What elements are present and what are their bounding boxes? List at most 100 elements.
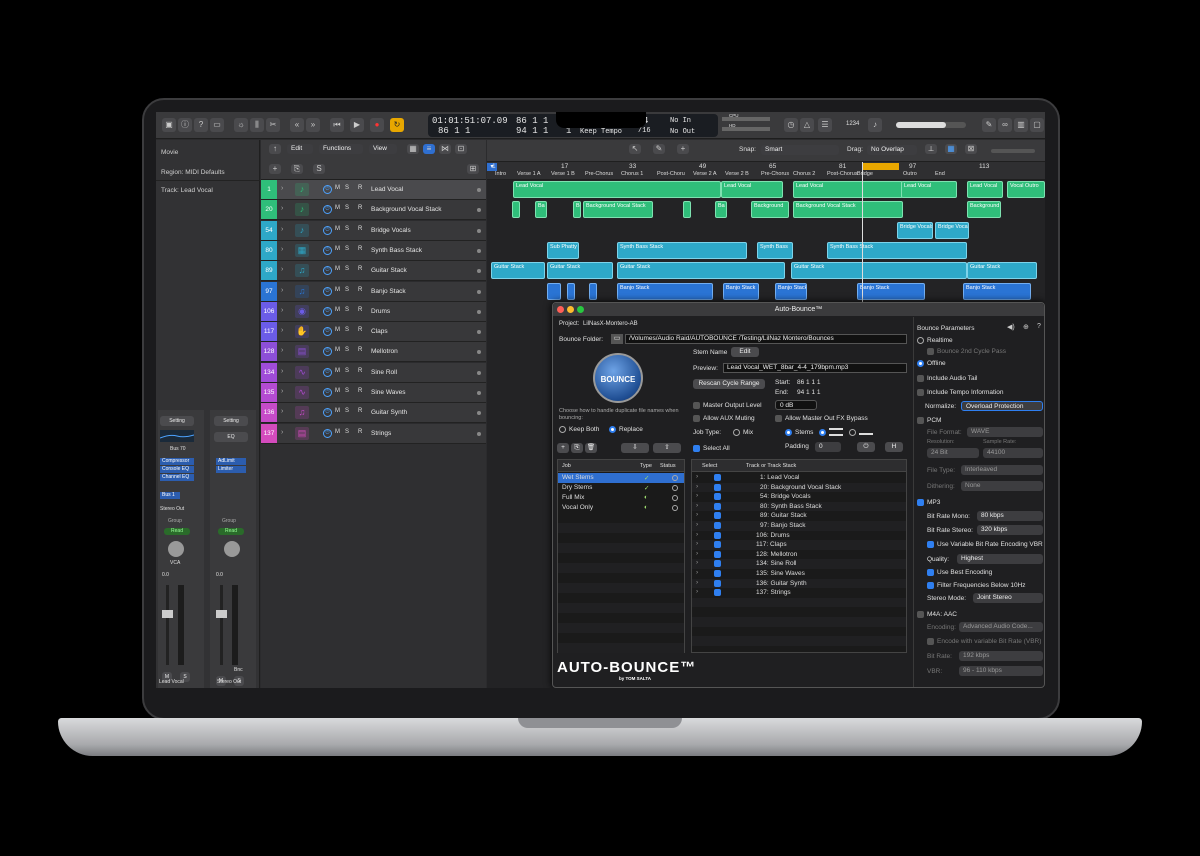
track-name[interactable]: Lead Vocal xyxy=(371,186,403,193)
track-name[interactable]: Synth Bass Stack xyxy=(371,247,422,254)
mute-button[interactable]: M xyxy=(335,287,340,293)
bit-rate-stereo-select[interactable]: 320 kbps xyxy=(977,525,1043,535)
audio-region[interactable]: Synth Bass Stack xyxy=(827,241,967,259)
audio-region[interactable] xyxy=(567,282,575,300)
forward-icon[interactable]: » xyxy=(306,118,320,132)
record-enable-button[interactable]: R xyxy=(358,307,362,313)
best-encoding-checkbox[interactable] xyxy=(927,569,934,576)
record-enable-button[interactable]: R xyxy=(358,429,362,435)
track-select-checkbox[interactable] xyxy=(714,483,721,491)
audio-region[interactable]: Lead Vocal xyxy=(967,181,1003,198)
mute-button[interactable]: M xyxy=(335,368,340,374)
track-name[interactable]: Drums xyxy=(371,308,390,315)
track-stack-row[interactable]: › 80: Synth Bass Stack xyxy=(692,501,906,512)
track-icon[interactable]: ♫ xyxy=(295,406,309,420)
track-on-icon[interactable]: ⏻ xyxy=(323,388,332,397)
track-header[interactable]: 54 › ♪ ⏻ M S R Bridge Vocals xyxy=(261,220,486,241)
disclosure-icon[interactable]: › xyxy=(281,287,283,294)
track-stack-row[interactable]: › 117: Claps xyxy=(692,540,906,550)
merge-icon[interactable]: ⋈ xyxy=(439,144,451,154)
send-bus-1[interactable]: Bus 1 xyxy=(160,492,180,499)
bit-rate-mono-select[interactable]: 80 kbps xyxy=(977,511,1043,521)
track-stack-row[interactable]: › 106: Drums xyxy=(692,530,906,541)
audio-region[interactable]: Bridge Vocals xyxy=(935,221,969,239)
mute-button[interactable]: M xyxy=(335,327,340,333)
mute-button[interactable]: M xyxy=(335,205,340,211)
mute-button[interactable]: M xyxy=(335,246,340,252)
record-enable-button[interactable]: R xyxy=(358,226,362,232)
arrangement-marker[interactable]: Verse 2 B xyxy=(725,171,749,177)
solo-button[interactable]: S xyxy=(345,327,349,333)
functions-menu[interactable]: Functions xyxy=(319,144,363,154)
disclosure-icon[interactable]: › xyxy=(281,307,283,314)
close-icon[interactable] xyxy=(557,306,564,313)
automation-icon[interactable]: ▦ xyxy=(945,144,957,154)
loops-icon[interactable]: ∞ xyxy=(998,118,1012,132)
track-name[interactable]: Claps xyxy=(371,328,388,335)
record-enable-button[interactable]: R xyxy=(358,246,362,252)
track-stack-row[interactable]: › 20: Background Vocal Stack xyxy=(692,482,906,493)
stem-edit-button[interactable]: Edit xyxy=(731,347,759,357)
stems-alt-radio[interactable] xyxy=(849,429,856,436)
record-enable-button[interactable]: R xyxy=(358,368,362,374)
pointer-tool-icon[interactable]: ↖ xyxy=(629,144,641,154)
drag-select[interactable]: No Overlap xyxy=(867,145,917,155)
solo-button[interactable]: S xyxy=(345,368,349,374)
output-label[interactable]: Stereo Out xyxy=(160,506,184,512)
track-icon[interactable]: ▤ xyxy=(295,345,309,359)
disclosure-icon[interactable]: › xyxy=(696,540,698,547)
track-icon[interactable]: ∿ xyxy=(295,365,309,379)
track-icon[interactable]: ♫ xyxy=(295,264,309,278)
cycle2-checkbox[interactable] xyxy=(927,348,934,355)
disclosure-icon[interactable]: › xyxy=(281,185,283,192)
snap-select[interactable]: Smart xyxy=(761,145,839,155)
solo-button[interactable]: S xyxy=(345,246,349,252)
realtime-radio[interactable] xyxy=(917,337,924,344)
padding-select[interactable]: 0 xyxy=(815,442,841,452)
track-icon[interactable]: ∿ xyxy=(295,386,309,399)
replace-radio[interactable] xyxy=(609,426,616,433)
solo-button[interactable]: S xyxy=(345,347,349,353)
audio-region[interactable]: Banjo Stack xyxy=(617,282,713,300)
mute-button[interactable]: M xyxy=(335,347,340,353)
help-circle-icon[interactable]: ? xyxy=(1037,323,1041,330)
disclosure-icon[interactable]: › xyxy=(281,226,283,233)
disclosure-icon[interactable]: › xyxy=(281,388,283,395)
volume-fader[interactable] xyxy=(216,610,227,618)
track-on-icon[interactable]: ⏻ xyxy=(323,428,332,438)
arrangement-marker[interactable]: Outro xyxy=(903,171,917,177)
arrangement-marker[interactable]: Post-Choru xyxy=(657,171,685,177)
track-icon[interactable]: ▦ xyxy=(295,243,309,257)
audio-region[interactable]: Banjo Stack xyxy=(723,282,759,300)
solo-button[interactable]: S xyxy=(345,205,349,211)
disclosure-icon[interactable]: › xyxy=(281,408,283,415)
volume-fader[interactable] xyxy=(162,610,173,618)
track-name[interactable]: Background Vocal Stack xyxy=(371,206,441,213)
quality-select[interactable]: Highest xyxy=(957,554,1043,564)
duplicate-track-icon[interactable]: ⎘ xyxy=(291,164,303,174)
audio-region[interactable]: Synth Bass Stack xyxy=(617,241,747,259)
automation-read[interactable]: Read xyxy=(218,528,244,535)
track-options-icon[interactable]: ⊞ xyxy=(467,164,479,174)
disclosure-icon[interactable]: › xyxy=(281,205,283,212)
track-header[interactable]: 134 › ∿ ⏻ M S R Sine Roll xyxy=(261,362,486,383)
track-header[interactable]: 20 › ♪ ⏻ M S R Background Vocal Stack xyxy=(261,200,486,221)
disclosure-icon[interactable]: › xyxy=(281,266,283,273)
group-label[interactable]: Group xyxy=(168,518,182,524)
pcm-checkbox[interactable] xyxy=(917,417,924,424)
track-name[interactable]: Banjo Stack xyxy=(371,288,406,295)
notes-icon[interactable]: ✎ xyxy=(982,118,996,132)
track-stack-row[interactable]: › 1: Lead Vocal xyxy=(692,473,906,483)
track-on-icon[interactable]: ⏻ xyxy=(323,347,332,357)
bounce-button[interactable]: BOUNCE xyxy=(593,353,643,403)
job-row[interactable]: Vocal Only ◐ xyxy=(558,503,684,513)
normalize-select[interactable]: Overload Protection xyxy=(961,401,1043,411)
minimize-icon[interactable] xyxy=(567,306,574,313)
stems-radio[interactable] xyxy=(785,429,792,436)
track-icon[interactable]: ▤ xyxy=(295,426,309,440)
track-stack-row[interactable]: › 137: Strings xyxy=(692,588,906,598)
import-icon[interactable]: ⇩ xyxy=(621,443,649,453)
disclosure-icon[interactable]: › xyxy=(696,550,698,557)
mute-button[interactable]: M xyxy=(335,388,340,394)
track-stack-row[interactable]: › 89: Guitar Stack xyxy=(692,511,906,521)
